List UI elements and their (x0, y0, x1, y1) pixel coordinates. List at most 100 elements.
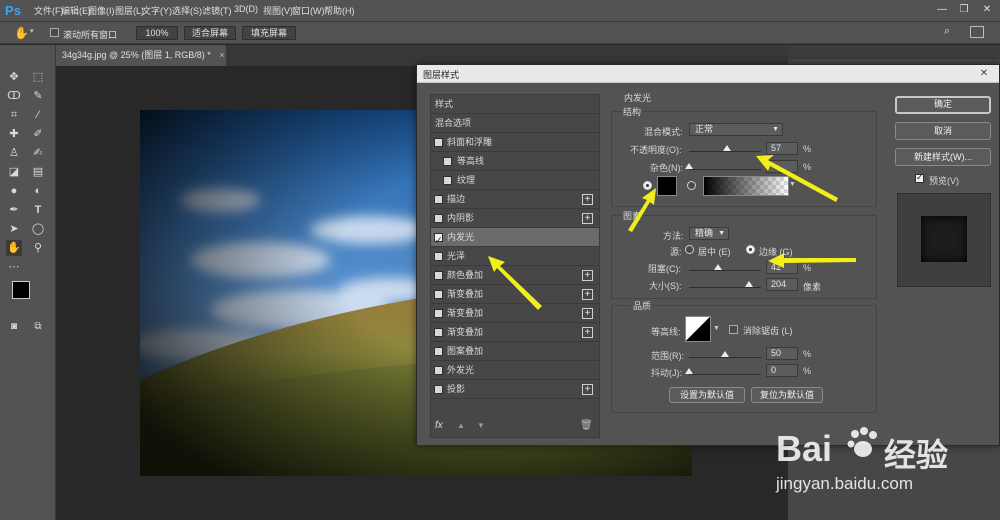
history-brush-icon[interactable]: ✍ (30, 145, 46, 161)
noise-input[interactable] (766, 160, 798, 173)
style-checkbox[interactable] (434, 195, 443, 204)
minimize-icon[interactable]: — (933, 2, 951, 18)
delete-effect-icon[interactable]: 🗑 (580, 420, 593, 431)
style-checkbox[interactable] (434, 309, 443, 318)
choke-slider-knob[interactable] (714, 264, 722, 270)
style-checkbox[interactable] (434, 385, 443, 394)
style-list-item[interactable]: 渐变叠加 + (431, 323, 599, 342)
more-tools-icon[interactable]: ⋯ (6, 259, 22, 275)
choke-input[interactable]: 42 (766, 261, 798, 274)
solid-color-radio[interactable] (643, 181, 652, 190)
method-select[interactable]: 精确 ▼ (689, 227, 729, 240)
style-list-item[interactable]: 纹理 (431, 171, 599, 190)
jitter-slider-track[interactable] (689, 374, 761, 375)
style-checkbox[interactable] (434, 290, 443, 299)
add-effect-icon[interactable]: + (582, 213, 593, 224)
hand-tool-icon[interactable]: ✋ (6, 240, 22, 256)
style-checkbox[interactable] (434, 328, 443, 337)
menu-item[interactable]: 3D(D) (234, 4, 258, 14)
style-list-item[interactable]: 混合选项 (431, 114, 599, 133)
gradient-tool-icon[interactable]: ▤ (30, 164, 46, 180)
path-select-icon[interactable]: ➤ (6, 221, 22, 237)
workspace-icon[interactable] (970, 26, 984, 38)
style-list-item[interactable]: 光泽 (431, 247, 599, 266)
style-checkbox[interactable] (443, 157, 452, 166)
eraser-tool-icon[interactable]: ◪ (6, 164, 22, 180)
menu-item[interactable]: 滤镜(T) (202, 4, 232, 17)
ok-button[interactable]: 确定 (895, 96, 991, 114)
style-checkbox[interactable] (434, 271, 443, 280)
source-center-radio[interactable] (685, 245, 694, 254)
source-edge-radio[interactable] (746, 245, 755, 254)
style-checkbox[interactable] (434, 214, 443, 223)
glow-color-swatch[interactable] (657, 176, 677, 196)
cancel-button[interactable]: 取消 (895, 122, 991, 140)
menu-item[interactable]: 窗口(W) (292, 4, 325, 17)
marquee-tool-icon[interactable]: ⬚ (30, 69, 46, 85)
style-list-item[interactable]: 颜色叠加 + (431, 266, 599, 285)
dialog-close-icon[interactable]: ✕ (977, 67, 991, 80)
crop-tool-icon[interactable]: ⌗ (6, 107, 22, 123)
opacity-slider-track[interactable] (689, 151, 761, 152)
blend-mode-select[interactable]: 正常 ▼ (689, 123, 783, 136)
foreground-color-swatch[interactable] (12, 281, 30, 299)
healing-brush-icon[interactable]: ✚ (6, 126, 22, 142)
preview-checkbox[interactable]: ✓ (915, 172, 924, 183)
menu-item[interactable]: 选择(S) (172, 4, 202, 17)
restore-icon[interactable]: ❐ (955, 2, 973, 18)
contour-preview[interactable] (685, 316, 711, 342)
add-effect-icon[interactable]: + (582, 270, 593, 281)
add-effect-icon[interactable]: + (582, 289, 593, 300)
lasso-tool-icon[interactable]: ↀ (6, 88, 22, 104)
search-icon[interactable]: ⌕ (944, 25, 958, 39)
style-list-item[interactable]: 渐变叠加 + (431, 304, 599, 323)
menu-item[interactable]: 文件(F) (34, 4, 64, 17)
zoom-tool-icon[interactable]: ⚲ (30, 240, 46, 256)
move-tool-icon[interactable]: ✥ (6, 69, 22, 85)
new-style-button[interactable]: 新建样式(W)... (895, 148, 991, 166)
style-checkbox[interactable] (434, 138, 443, 147)
style-list-item[interactable]: 图案叠加 (431, 342, 599, 361)
opacity-slider-knob[interactable] (723, 145, 731, 151)
style-checkbox[interactable] (443, 176, 452, 185)
fx-icon[interactable]: fx (435, 420, 443, 431)
menu-item[interactable]: 图像(I) (88, 4, 115, 17)
move-up-icon[interactable]: ▲ (457, 421, 465, 430)
jitter-slider-knob[interactable] (685, 368, 693, 374)
pen-tool-icon[interactable]: ✒ (6, 202, 22, 218)
style-checkbox[interactable] (434, 252, 443, 261)
menu-item[interactable]: 编辑(E) (61, 4, 91, 17)
gradient-swatch[interactable] (703, 176, 789, 196)
fit-screen-button[interactable]: 适合屏幕 (184, 26, 236, 40)
type-tool-icon[interactable]: T (30, 202, 46, 218)
range-input[interactable]: 50 (766, 347, 798, 360)
quick-mask-icon[interactable]: ◙ (6, 319, 22, 335)
range-slider-knob[interactable] (721, 351, 729, 357)
range-slider-track[interactable] (689, 357, 761, 358)
tab-close-icon[interactable]: × (219, 50, 224, 60)
style-list-item[interactable]: 投影 + (431, 380, 599, 399)
noise-slider-knob[interactable] (685, 163, 693, 169)
menu-item[interactable]: 帮助(H) (324, 4, 355, 17)
size-slider-knob[interactable] (745, 281, 753, 287)
style-list-item[interactable]: 样式 (431, 95, 599, 114)
menu-item[interactable]: 图层(L) (115, 4, 144, 17)
menu-item[interactable]: 视图(V) (263, 4, 293, 17)
style-checkbox[interactable] (434, 347, 443, 356)
choke-slider-track[interactable] (689, 270, 761, 271)
clone-stamp-icon[interactable]: ♙ (6, 145, 22, 161)
size-input[interactable]: 204 (766, 278, 798, 291)
move-down-icon[interactable]: ▼ (477, 421, 485, 430)
zoom-100-button[interactable]: 100% (136, 26, 178, 40)
style-list-item[interactable]: 描边 + (431, 190, 599, 209)
jitter-input[interactable]: 0 (766, 364, 798, 377)
antialias-checkbox[interactable] (729, 325, 738, 334)
style-list-item[interactable]: 等高线 (431, 152, 599, 171)
close-icon[interactable]: ✕ (978, 2, 996, 18)
style-list-item[interactable]: 斜面和浮雕 (431, 133, 599, 152)
add-effect-icon[interactable]: + (582, 327, 593, 338)
style-list-item[interactable]: 内发光 (431, 228, 599, 250)
style-list-item[interactable]: 内阴影 + (431, 209, 599, 228)
reset-default-button[interactable]: 复位为默认值 (751, 387, 823, 403)
menu-item[interactable]: 文字(Y) (142, 4, 172, 17)
